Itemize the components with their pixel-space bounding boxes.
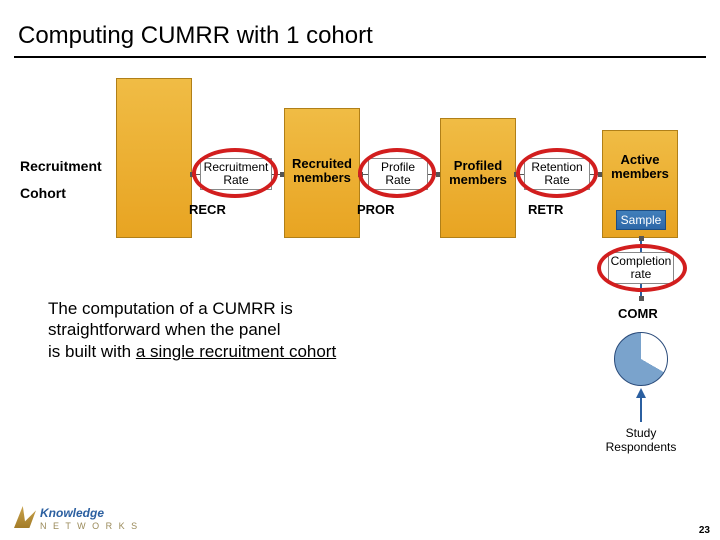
- code-retr: RETR: [528, 202, 563, 217]
- title-rule: [14, 56, 706, 58]
- code-recr: RECR: [189, 202, 226, 217]
- slide-title: Computing CUMRR with 1 cohort: [18, 22, 373, 50]
- arrow-up-icon: [636, 388, 646, 398]
- bar-label-profiled: Profiledmembers: [441, 159, 515, 188]
- page-number: 23: [699, 525, 710, 536]
- foot-label-study-respondents: StudyRespondents: [596, 426, 686, 454]
- arrow-shaft: [640, 396, 642, 422]
- highlight-circle-recr: [192, 148, 278, 198]
- bar-label-active: Activemembers: [603, 153, 677, 182]
- bar-cohort: [116, 78, 192, 238]
- highlight-circle-retr: [516, 148, 598, 198]
- highlight-circle-pror: [358, 148, 436, 198]
- footer-logo: Knowledge N E T W O R K S: [14, 504, 139, 530]
- logo-sub: N E T W O R K S: [40, 522, 139, 530]
- connector-end: [639, 236, 644, 241]
- body-line-3-underline: a single recruitment cohort: [136, 342, 336, 361]
- body-line-1: The computation of a CUMRR is: [48, 298, 336, 319]
- connector-end: [639, 296, 644, 301]
- body-line-3: is built with a single recruitment cohor…: [48, 341, 336, 362]
- highlight-circle-comr: [597, 244, 687, 292]
- code-pror: PROR: [357, 202, 395, 217]
- logo-brand: Knowledge: [40, 506, 104, 520]
- pie-respondents: [614, 332, 668, 386]
- body-line-2: straightforward when the panel: [48, 319, 336, 340]
- bar-recruited: Recruitedmembers: [284, 108, 360, 238]
- code-comr: COMR: [618, 306, 658, 321]
- bar-profiled: Profiledmembers: [440, 118, 516, 238]
- logo-text: Knowledge N E T W O R K S: [40, 504, 139, 530]
- body-text: The computation of a CUMRR is straightfo…: [48, 298, 336, 362]
- sample-box: Sample: [616, 210, 666, 230]
- body-line-3a: is built with: [48, 342, 136, 361]
- bar-label-recruited: Recruitedmembers: [285, 157, 359, 186]
- axis-label-cohort: Cohort: [20, 185, 66, 201]
- logo-mark-icon: [14, 506, 36, 528]
- axis-label-recruitment: Recruitment: [20, 158, 102, 174]
- pie-icon: [614, 332, 668, 386]
